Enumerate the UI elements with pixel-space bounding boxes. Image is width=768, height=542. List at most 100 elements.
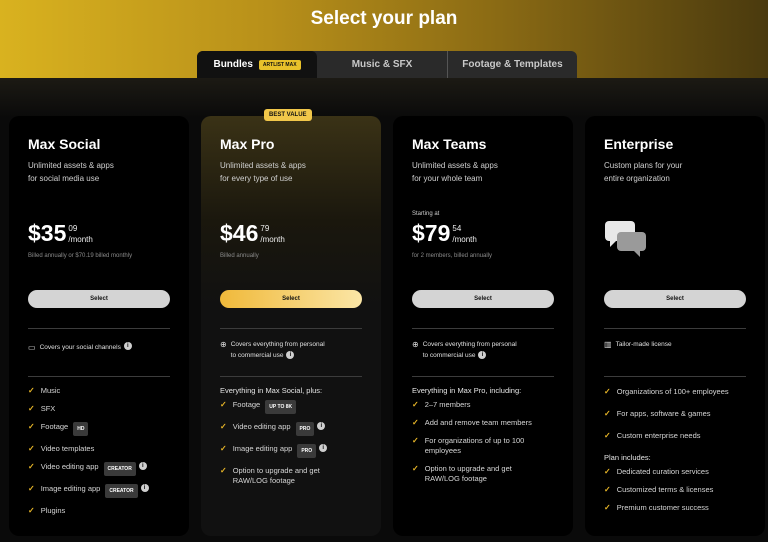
plan-desc-line: Unlimited assets & apps: [412, 161, 498, 170]
info-icon[interactable]: i: [140, 484, 149, 492]
check-icon: ✓: [604, 409, 611, 418]
feature-line: Option to upgrade and get: [424, 464, 512, 473]
page-title: Select your plan: [310, 8, 458, 29]
feature-label: SFX: [40, 404, 56, 413]
plan-desc-line: Unlimited assets & apps: [220, 161, 306, 170]
plan-title: Enterprise: [604, 136, 674, 152]
check-icon: ✓: [28, 444, 35, 453]
plan-title: Max Teams: [412, 136, 487, 152]
info-icon[interactable]: i: [317, 422, 326, 430]
feature-label: Option to upgrade and get RAW/LOG footage: [233, 466, 320, 486]
check-icon: ✓: [220, 422, 227, 431]
feature-label: Image editing app: [40, 484, 101, 493]
check-icon: ✓: [604, 485, 611, 494]
feature-item: ✓ SFX: [28, 404, 183, 414]
coverage-text: Tailor-made license: [615, 341, 672, 348]
feature-item: ✓ Dedicated curation services: [604, 467, 759, 477]
check-icon: ✓: [220, 444, 227, 453]
select-button[interactable]: Select: [220, 290, 362, 308]
check-icon: ✓: [412, 464, 419, 473]
price-amount: $46: [220, 220, 259, 246]
info-icon[interactable]: i: [478, 351, 487, 360]
check-icon: ✓: [604, 431, 611, 440]
check-icon: ✓: [412, 436, 419, 445]
feature-label: Premium customer success: [616, 503, 709, 512]
coverage-text: Covers everything from personal to commer…: [231, 339, 325, 361]
tab-music-sfx[interactable]: Music & SFX: [317, 51, 447, 78]
divider: [604, 376, 746, 377]
feature-item: ✓ For organizations of up to 100 employees: [412, 436, 567, 456]
plan-desc-line: for your whole team: [412, 174, 483, 183]
plan-description: Unlimited assets & apps for your whole t…: [412, 159, 562, 185]
feature-line: RAW/LOG footage: [424, 474, 487, 483]
feature-item: ✓ Customized terms & licenses: [604, 485, 759, 495]
feature-item: ✓ Premium customer success: [604, 503, 759, 513]
plan-desc-line: for social media use: [28, 174, 100, 183]
feature-label: Option to upgrade and get RAW/LOG footage: [425, 464, 512, 484]
coverage-note: ▥ Tailor-made license: [604, 339, 754, 350]
feature-label: Organizations of 100+ employees: [616, 387, 729, 396]
feature-tag: HD: [73, 422, 89, 436]
plan-description: Unlimited assets & apps for every type o…: [220, 159, 370, 185]
feature-item: ✓ Custom enterprise needs: [604, 431, 759, 441]
info-icon[interactable]: i: [286, 351, 295, 360]
feature-item: ✓ Video templates: [28, 444, 183, 454]
feature-item: ✓ Music: [28, 386, 183, 396]
price-cents: 54: [452, 224, 462, 233]
billing-note: for 2 members, billed annually: [412, 253, 493, 259]
check-icon: ✓: [220, 400, 227, 409]
divider: [28, 376, 170, 377]
feature-item: ✓ Image editing app PRO i: [220, 444, 375, 458]
price-cents: 09: [68, 224, 78, 233]
starting-at-label: Starting at: [412, 211, 440, 217]
feature-item: ✓ Footage HD: [28, 422, 183, 436]
feature-label: For organizations of up to 100 employees: [425, 436, 525, 456]
feature-item: ✓ 2–7 members: [412, 400, 567, 410]
divider: [220, 376, 362, 377]
price-amount: $79: [412, 220, 451, 246]
check-icon: ✓: [220, 466, 227, 475]
feature-list: ✓ Music ✓ SFX ✓ Footage HD ✓ Video templates …: [28, 386, 183, 524]
feature-item: ✓ Organizations of 100+ employees: [604, 387, 759, 397]
feature-label: Custom enterprise needs: [616, 431, 701, 440]
feature-item: ✓ Add and remove team members: [412, 418, 567, 428]
plan-desc-line: Unlimited assets & apps: [28, 161, 114, 170]
feature-tag: CREATOR: [103, 462, 136, 476]
price-period: /month: [260, 235, 285, 244]
feature-label: Footage: [40, 422, 69, 431]
feature-label: Video editing app: [40, 462, 99, 471]
select-button[interactable]: Select: [412, 290, 554, 308]
feature-tag: PRO: [297, 444, 317, 458]
select-button[interactable]: Select: [28, 290, 170, 308]
check-icon: ✓: [604, 467, 611, 476]
feature-label: Footage: [232, 400, 261, 409]
feature-label: Plugins: [40, 506, 66, 515]
feature-tag: PRO: [295, 422, 315, 436]
check-icon: ✓: [604, 503, 611, 512]
check-icon: ✓: [28, 422, 35, 431]
feature-tag: UP TO 8K: [265, 400, 297, 414]
price-cents: 79: [260, 224, 270, 233]
price-amount: $35: [28, 220, 67, 246]
feature-label: Image editing app: [232, 444, 293, 453]
check-icon: ✓: [28, 506, 35, 515]
plan-title: Max Social: [28, 136, 101, 152]
feature-item: ✓ Video editing app CREATOR i: [28, 462, 183, 476]
check-icon: ✓: [604, 387, 611, 396]
feature-list-header: Everything in Max Pro, including:: [412, 386, 522, 395]
tab-footage-templates[interactable]: Footage & Templates: [447, 51, 577, 78]
plan-title: Max Pro: [220, 136, 275, 152]
plan-desc-line: entire organization: [604, 174, 670, 183]
feature-label: Video editing app: [232, 422, 291, 431]
info-icon[interactable]: i: [138, 462, 147, 470]
plan-price: $46 79/month: [220, 220, 285, 247]
info-icon[interactable]: i: [123, 342, 132, 350]
plan-desc-line: Custom plans for your: [604, 161, 683, 170]
tab-bundles[interactable]: Bundles ARTLIST MAX: [197, 51, 317, 78]
feature-label: Dedicated curation services: [616, 467, 709, 476]
info-icon[interactable]: i: [319, 444, 328, 452]
plan-card-max-social: Max Social Unlimited assets & apps for s…: [9, 116, 189, 536]
coverage-note: ▭ Covers your social channels i: [28, 342, 178, 353]
select-button[interactable]: Select: [604, 290, 746, 308]
coverage-line: to commercial use: [422, 352, 476, 359]
